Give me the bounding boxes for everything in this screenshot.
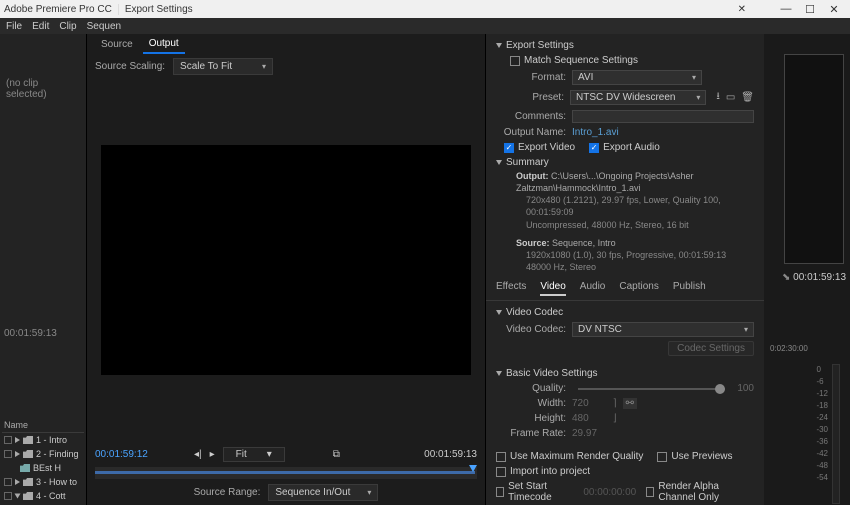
- import-preset-icon[interactable]: ▭: [726, 92, 735, 103]
- bin-row[interactable]: 3 - How to: [2, 475, 84, 489]
- start-timecode-checkbox[interactable]: Set Start Timecode: [496, 481, 573, 503]
- timecode-out[interactable]: 00:01:59:13: [424, 449, 477, 460]
- height-label: Height:: [496, 413, 566, 424]
- preset-dropdown[interactable]: NTSC DV Widescreen▾: [570, 90, 706, 105]
- audio-meter-ticks: 0 -6 -12 -18 -24 -30 -36 -42 -48 -54: [816, 364, 828, 484]
- match-sequence-checkbox[interactable]: Match Sequence Settings: [510, 55, 638, 66]
- start-timecode-value: 00:00:00:00: [583, 487, 636, 498]
- preview-tabs: Source Output: [87, 34, 485, 54]
- bin-row[interactable]: 1 - Intro: [2, 433, 84, 447]
- zoom-fit-dropdown[interactable]: Fit▾: [223, 447, 285, 462]
- video-codec-header[interactable]: Video Codec: [496, 305, 754, 320]
- app-title: Adobe Premiere Pro CC: [4, 4, 118, 15]
- step-back-icon[interactable]: ◂|: [194, 449, 202, 460]
- crop-icon[interactable]: ⧉: [333, 449, 340, 460]
- video-codec-dropdown[interactable]: DV NTSC▾: [572, 322, 754, 337]
- basic-video-header[interactable]: Basic Video Settings: [496, 366, 754, 381]
- bin-row[interactable]: 2 - Finding: [2, 447, 84, 461]
- bin-row[interactable]: BEst H: [2, 461, 84, 475]
- export-settings-panel: Export Settings Match Sequence Settings …: [486, 34, 764, 505]
- export-video-checkbox[interactable]: ✓Export Video: [504, 142, 575, 153]
- no-clip-label: (no clip selected): [0, 74, 86, 104]
- menu-file[interactable]: File: [2, 21, 26, 32]
- source-scaling-label: Source Scaling:: [95, 61, 165, 72]
- codec-settings-button[interactable]: Codec Settings: [668, 341, 754, 356]
- playhead-icon[interactable]: [469, 465, 477, 472]
- tab-audio[interactable]: Audio: [580, 281, 606, 296]
- delete-preset-icon[interactable]: 🗑: [741, 92, 754, 103]
- preset-label: Preset:: [496, 92, 564, 103]
- menu-clip[interactable]: Clip: [55, 21, 80, 32]
- window-controls: — ☐ ✕: [774, 3, 846, 16]
- bin-row[interactable]: 4 - Cott: [2, 489, 84, 503]
- scrub-bar[interactable]: [95, 467, 477, 479]
- minimize-icon[interactable]: —: [774, 3, 798, 16]
- program-monitor-thumb: [784, 54, 844, 264]
- width-label: Width:: [496, 398, 566, 409]
- audio-meter: [832, 364, 840, 504]
- quality-label: Quality:: [496, 383, 566, 394]
- menu-sequence[interactable]: Sequen: [83, 21, 125, 32]
- source-range-label: Source Range:: [194, 487, 261, 498]
- source-scaling-dropdown[interactable]: Scale To Fit▾: [173, 58, 273, 75]
- quality-slider[interactable]: [578, 388, 725, 390]
- output-name-link[interactable]: Intro_1.avi: [572, 127, 619, 138]
- import-project-checkbox[interactable]: Import into project: [496, 466, 590, 477]
- tab-effects[interactable]: Effects: [496, 281, 526, 296]
- source-range-dropdown[interactable]: Sequence In/Out▾: [268, 484, 378, 501]
- preview-pane: Source Output Source Scaling: Scale To F…: [86, 34, 486, 505]
- maximize-icon[interactable]: ☐: [798, 3, 822, 16]
- output-name-label: Output Name:: [496, 127, 566, 138]
- save-preset-icon[interactable]: ⭳: [716, 89, 720, 106]
- use-previews-checkbox[interactable]: Use Previews: [657, 451, 732, 462]
- timecode-in[interactable]: 00:01:59:12: [95, 449, 148, 460]
- monitor-timecode: 00:01:59:13: [0, 324, 86, 343]
- title-bar: Adobe Premiere Pro CC Export Settings ✕ …: [0, 0, 850, 18]
- dialog-title: Export Settings: [118, 4, 193, 15]
- tab-captions[interactable]: Captions: [619, 281, 658, 296]
- comments-input[interactable]: [572, 110, 754, 123]
- project-bins: Name 1 - Intro 2 - Finding BEst H 3 - Ho…: [0, 418, 86, 505]
- menu-edit[interactable]: Edit: [28, 21, 53, 32]
- comments-label: Comments:: [496, 111, 566, 122]
- tab-source[interactable]: Source: [95, 36, 139, 53]
- height-value[interactable]: 480: [572, 413, 589, 424]
- settings-tabs: Effects Video Audio Captions Publish: [486, 277, 764, 301]
- project-panel-background: (no clip selected) 00:01:59:13 Name 1 - …: [0, 34, 86, 505]
- frame-rate-label: Frame Rate:: [496, 428, 566, 439]
- tab-output[interactable]: Output: [143, 35, 185, 54]
- program-timecode: ⬊ 00:01:59:13: [782, 272, 846, 283]
- bin-header: Name: [2, 418, 84, 433]
- timeline-panel-background: ⬊ 00:01:59:13 0:02:30:00 0 -6 -12 -18 -2…: [764, 34, 850, 505]
- tab-video[interactable]: Video: [540, 281, 565, 296]
- video-codec-label: Video Codec:: [496, 324, 566, 335]
- export-settings-header[interactable]: Export Settings: [496, 38, 754, 53]
- format-label: Format:: [496, 72, 566, 83]
- export-audio-checkbox[interactable]: ✓Export Audio: [589, 142, 660, 153]
- summary-header[interactable]: Summary: [496, 155, 754, 170]
- frame-rate-value[interactable]: 29.97: [572, 428, 597, 439]
- width-value[interactable]: 720: [572, 398, 589, 409]
- close-dialog-icon[interactable]: ✕: [730, 4, 754, 15]
- quality-value: 100: [737, 383, 754, 394]
- timeline-ruler: 0:02:30:00: [770, 344, 846, 353]
- max-render-checkbox[interactable]: Use Maximum Render Quality: [496, 451, 643, 462]
- video-preview: [101, 145, 471, 375]
- link-icon[interactable]: ⚯: [623, 398, 637, 409]
- close-icon[interactable]: ✕: [822, 3, 846, 16]
- menu-bar: File Edit Clip Sequen: [0, 18, 850, 34]
- alpha-checkbox[interactable]: Render Alpha Channel Only: [646, 481, 754, 503]
- tab-publish[interactable]: Publish: [673, 281, 706, 296]
- format-dropdown[interactable]: AVI▾: [572, 70, 702, 85]
- play-icon[interactable]: ▸: [210, 449, 215, 460]
